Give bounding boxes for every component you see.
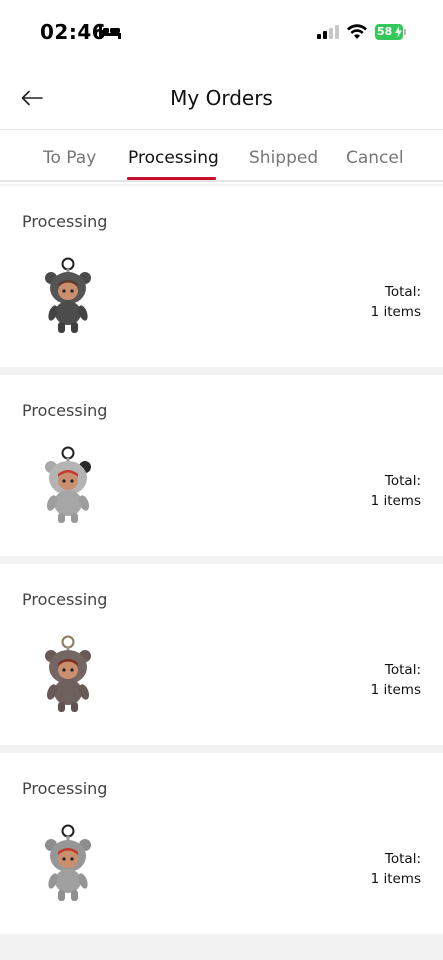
orders-list: Processing Total: 1 items Processing Tot… [0, 184, 443, 960]
order-status: Processing [22, 401, 108, 420]
order-status: Processing [22, 212, 108, 231]
order-card[interactable]: Processing Total: 1 items [0, 375, 443, 556]
order-total-label: Total: [384, 473, 421, 489]
tab-shipped[interactable]: Shipped [249, 148, 318, 168]
order-total-label: Total: [384, 284, 421, 300]
order-items-count: 1 items [370, 304, 421, 320]
order-total-label: Total: [384, 662, 421, 678]
charging-bolt-icon [395, 26, 402, 38]
tab-processing[interactable]: Processing [128, 148, 219, 168]
product-image[interactable] [40, 256, 96, 340]
active-tab-indicator [127, 177, 216, 180]
order-items-count: 1 items [370, 682, 421, 698]
order-status: Processing [22, 590, 108, 609]
wifi-icon [347, 24, 367, 39]
tab-to-pay[interactable]: To Pay [43, 148, 96, 168]
battery-icon: 58 [375, 24, 407, 40]
status-time: 02:46 [40, 20, 107, 44]
order-tabs: To Pay Processing Shipped Cancel [0, 130, 443, 182]
tab-cancel[interactable]: Cancel [346, 148, 404, 168]
order-items-count: 1 items [370, 871, 421, 887]
product-image[interactable] [40, 634, 96, 718]
status-bar: 02:46 58 [0, 0, 443, 64]
cellular-signal-icon [317, 25, 339, 39]
product-image[interactable] [40, 445, 96, 529]
order-card[interactable]: Processing Total: 1 items [0, 753, 443, 934]
order-card[interactable]: Processing Total: 1 items [0, 564, 443, 745]
page-title: My Orders [170, 86, 273, 110]
header: My Orders [0, 64, 443, 130]
order-items-count: 1 items [370, 493, 421, 509]
order-total-label: Total: [384, 851, 421, 867]
product-image[interactable] [40, 823, 96, 907]
bed-icon [99, 25, 121, 39]
order-card[interactable]: Processing Total: 1 items [0, 186, 443, 367]
order-status: Processing [22, 779, 108, 798]
battery-level: 58 [377, 25, 393, 38]
